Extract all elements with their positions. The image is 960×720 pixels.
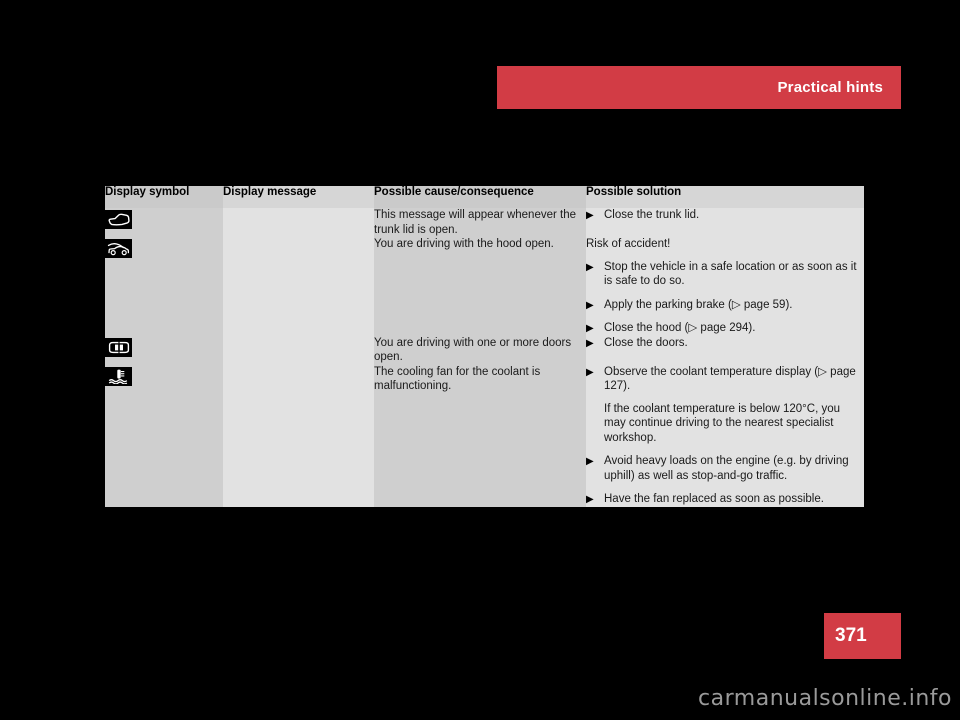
cell-display-symbol bbox=[105, 237, 223, 336]
cell-possible-solution: Risk of accident! ▶ Stop the vehicle in … bbox=[586, 237, 864, 336]
table-row: The cooling fan for the coolant is malfu… bbox=[105, 364, 864, 507]
list-item-text: Close the hood (▷ page 294). bbox=[604, 322, 756, 334]
running-header-bar: Practical hints bbox=[497, 66, 901, 109]
table-row: You are driving with one or more doors o… bbox=[105, 335, 864, 365]
cell-display-message bbox=[223, 364, 374, 507]
solution-lead-text: Risk of accident! bbox=[586, 238, 671, 250]
list-item: ▶ Close the hood (▷ page 294). bbox=[586, 321, 864, 336]
solution-list: ▶ Close the trunk lid. bbox=[586, 208, 864, 223]
solution-list: ▶ Observe the coolant temperature displa… bbox=[586, 365, 864, 507]
solution-list: ▶ Stop the vehicle in a safe location or… bbox=[586, 260, 864, 336]
cell-possible-cause: You are driving with the hood open. bbox=[374, 237, 586, 336]
column-header-possible-cause: Possible cause/consequence bbox=[374, 186, 586, 208]
table-row: This message will appear whenever the tr… bbox=[105, 208, 864, 237]
coolant-temperature-icon bbox=[105, 366, 132, 386]
bullet-triangle-icon: ▶ bbox=[586, 210, 594, 221]
list-item-text: Close the trunk lid. bbox=[604, 209, 700, 221]
solution-list: ▶ Close the doors. bbox=[586, 336, 864, 351]
cell-possible-solution: ▶ Close the doors. bbox=[586, 335, 864, 365]
cell-possible-cause: The cooling fan for the coolant is malfu… bbox=[374, 364, 586, 507]
cell-display-symbol bbox=[105, 208, 223, 237]
list-item-text: Have the fan replaced as soon as possibl… bbox=[604, 493, 824, 505]
list-item: ▶ Have the fan replaced as soon as possi… bbox=[586, 492, 864, 507]
cell-possible-solution: ▶ Close the trunk lid. bbox=[586, 208, 864, 237]
list-item-text: Apply the parking brake (▷ page 59). bbox=[604, 298, 793, 311]
page-number-badge: 371 bbox=[824, 613, 901, 659]
cell-possible-cause: This message will appear whenever the tr… bbox=[374, 208, 586, 237]
cell-possible-cause: You are driving with one or more doors o… bbox=[374, 335, 586, 365]
page-number-text: 371 bbox=[835, 625, 867, 646]
cell-display-message bbox=[223, 335, 374, 365]
bullet-triangle-icon: ▶ bbox=[586, 366, 594, 378]
table-header-row: Display symbol Display message Possible … bbox=[105, 186, 864, 208]
column-header-display-symbol: Display symbol bbox=[105, 186, 223, 208]
bullet-triangle-icon: ▶ bbox=[586, 337, 594, 349]
list-item-text: Observe the coolant temperature display … bbox=[604, 365, 856, 393]
bullet-triangle-icon: ▶ bbox=[586, 261, 594, 273]
list-item-text: Close the doors. bbox=[604, 336, 688, 349]
list-item-text: Avoid heavy loads on the engine (e.g. by… bbox=[604, 455, 849, 482]
list-item: ▶ Apply the parking brake (▷ page 59). bbox=[586, 298, 864, 313]
list-item: ▶ Close the doors. bbox=[586, 336, 864, 351]
cell-display-symbol bbox=[105, 364, 223, 507]
bullet-triangle-icon: ▶ bbox=[586, 494, 594, 505]
manual-page: Practical hints Display symbol Display m… bbox=[0, 0, 960, 720]
bullet-triangle-icon: ▶ bbox=[586, 299, 594, 311]
table-row: You are driving with the hood open. Risk… bbox=[105, 237, 864, 336]
cell-display-message bbox=[223, 208, 374, 237]
bullet-triangle-icon: ▶ bbox=[586, 456, 594, 467]
column-header-display-message: Display message bbox=[223, 186, 374, 208]
list-item-text: Stop the vehicle in a safe location or a… bbox=[604, 260, 857, 288]
cell-display-symbol bbox=[105, 335, 223, 365]
warning-symbols-table: Display symbol Display message Possible … bbox=[105, 186, 864, 507]
car-trunk-open-icon bbox=[105, 210, 132, 229]
list-item: ▶ Avoid heavy loads on the engine (e.g. … bbox=[586, 454, 864, 483]
cell-possible-solution: ▶ Observe the coolant temperature displa… bbox=[586, 364, 864, 507]
list-item: ▶ Close the trunk lid. bbox=[586, 208, 864, 223]
car-doors-open-icon bbox=[105, 337, 132, 357]
site-watermark: carmanualsonline.info bbox=[698, 686, 952, 711]
cell-display-message bbox=[223, 237, 374, 336]
bullet-triangle-icon: ▶ bbox=[586, 323, 594, 334]
car-hood-open-icon bbox=[105, 239, 132, 258]
list-item-note: If the coolant temperature is below 120°… bbox=[604, 402, 841, 444]
list-item: ▶ Stop the vehicle in a safe location or… bbox=[586, 260, 864, 289]
table-body: This message will appear whenever the tr… bbox=[105, 208, 864, 507]
list-item: ▶ Observe the coolant temperature displa… bbox=[586, 365, 864, 446]
running-header-title: Practical hints bbox=[777, 79, 883, 96]
column-header-possible-solution: Possible solution bbox=[586, 186, 864, 208]
table-header: Display symbol Display message Possible … bbox=[105, 186, 864, 208]
